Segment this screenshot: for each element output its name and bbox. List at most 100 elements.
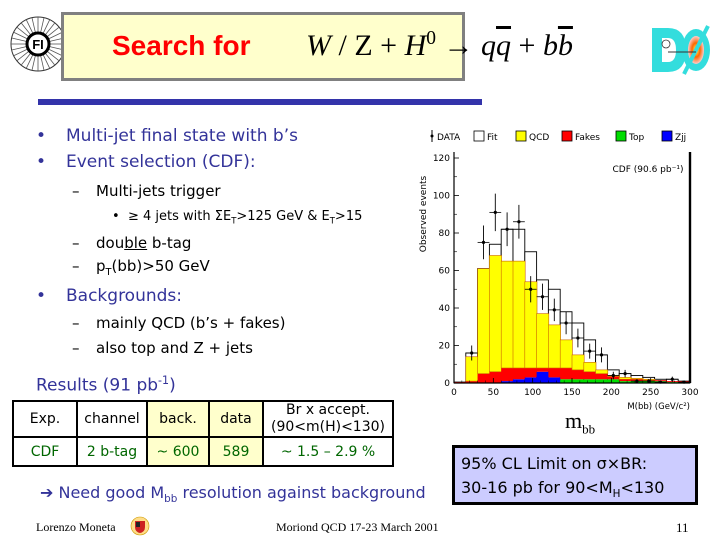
dash-glyph: – — [72, 339, 80, 357]
legend-label-fit: Fit — [487, 133, 498, 143]
sub-bullet-top: – also top and Z + jets — [72, 339, 253, 357]
mbb-sub: bb — [582, 421, 596, 437]
dash-glyph: – — [72, 314, 80, 332]
y-tick-label: 100 — [433, 192, 450, 202]
data-point — [576, 336, 580, 340]
data-point — [635, 379, 639, 383]
bullet-text: ≥ 4 jets with ΣE — [128, 209, 232, 224]
limit-line-2: 30-16 pb for 90<MH<130 — [461, 476, 689, 506]
table-header-row: Exp. channel back. data Br x accept. (90<… — [12, 400, 394, 438]
results-heading: Results (91 pb-1) — [36, 374, 176, 396]
formula-q: q — [481, 29, 497, 62]
data-point — [517, 220, 521, 224]
legend-swatch-zjj — [661, 130, 673, 142]
conclusion-text: resolution against background — [177, 483, 426, 502]
title-formula: W / Z + H0 → qq + bb — [306, 28, 573, 63]
bar-qcd — [571, 354, 585, 371]
bar-qcd — [583, 362, 597, 373]
y-axis-label: Observed events — [419, 175, 429, 252]
bar-fakes — [489, 371, 502, 383]
bullet-text: Event selection (CDF): — [66, 152, 256, 172]
y-tick-label: 20 — [439, 342, 451, 352]
x-tick-label: 150 — [563, 388, 580, 398]
chart-bars — [453, 228, 691, 384]
bullet-text: Multi-jets trigger — [96, 182, 221, 200]
bullet-glyph: • — [36, 286, 47, 306]
bar-fakes — [513, 368, 526, 380]
bar-fakes — [572, 369, 585, 380]
data-point — [670, 377, 674, 381]
bar-qcd — [618, 377, 632, 380]
data-point — [470, 351, 474, 355]
bar-zjj — [548, 377, 561, 383]
page-number: 11 — [676, 520, 689, 535]
table-header: data — [208, 400, 264, 438]
dash-glyph: – — [72, 257, 80, 275]
bullet-text: Multi-jet final state with b’s — [66, 126, 298, 146]
d0-logo-icon — [652, 25, 710, 75]
table-row: CDF 2 b-tag ~ 600 589 ~ 1.5 – 2.9 % — [12, 436, 394, 467]
formula-arrow: → — [436, 29, 482, 62]
sub-bullet-trigger: – Multi-jets trigger — [72, 182, 221, 200]
legend-swatch-fakes — [561, 130, 573, 142]
bullet-text: also top and Z + jets — [96, 339, 253, 357]
bullet-glyph: • — [36, 152, 47, 172]
data-point — [647, 379, 651, 383]
legend-swatch-top — [615, 130, 627, 142]
formula-h: H — [404, 29, 427, 62]
y-tick-label: 80 — [439, 229, 451, 239]
table-cell: 2 b-tag — [76, 436, 148, 467]
legend-label-qcd: QCD — [529, 133, 549, 143]
table-cell: 589 — [208, 436, 264, 467]
bar-qcd — [500, 260, 514, 369]
formula-bbar: b — [557, 29, 573, 62]
bar-qcd — [630, 378, 644, 380]
conclusion-sub: bb — [164, 493, 178, 506]
bullet-glyph: • — [36, 126, 47, 146]
data-point — [529, 287, 533, 291]
x-tick-label: 100 — [524, 388, 541, 398]
bullet-text: mainly QCD (b’s + fakes) — [96, 314, 286, 332]
formula-b: b — [542, 29, 558, 62]
bullet-backgrounds: • Backgrounds: — [36, 286, 182, 306]
table-header: Exp. — [12, 400, 78, 438]
sub-sub-bullet-jets: • ≥ 4 jets with ΣET>125 GeV & ET>15 — [112, 209, 362, 226]
x-tick-label: 300 — [681, 388, 698, 398]
header-divider — [38, 99, 482, 105]
data-point — [481, 240, 486, 244]
table-header: Br x accept. (90<m(H)<130) — [262, 400, 394, 438]
limit-line-1: 95% CL Limit on σ×BR: — [461, 454, 648, 473]
data-point — [623, 372, 627, 376]
bar-qcd — [595, 369, 609, 374]
chart-annotation: CDF (90.6 pb⁻¹) — [613, 165, 684, 175]
bullet-event-selection: • Event selection (CDF): — [36, 152, 256, 172]
legend-label-fakes: Fakes — [575, 133, 600, 143]
data-point — [505, 227, 509, 231]
bullet-text: b-tag — [147, 234, 192, 252]
bullet-text: >125 GeV & E — [236, 209, 330, 224]
data-point — [611, 373, 615, 378]
y-tick-label: 0 — [444, 379, 450, 389]
sub-bullet-pt: – pT(bb)>50 GeV — [72, 257, 210, 278]
bullet-text: >15 — [334, 209, 363, 224]
crest-icon — [130, 516, 150, 536]
legend-label-data: DATA — [437, 133, 461, 143]
bar-fakes — [595, 373, 608, 380]
bar-fakes — [501, 368, 514, 382]
bullet-multijet: • Multi-jet final state with b’s — [36, 126, 298, 146]
table-header-line: Br x accept. — [286, 402, 370, 418]
bar-zjj — [524, 377, 537, 383]
x-tick-label: 250 — [642, 388, 659, 398]
legend-swatch-fit — [473, 130, 485, 142]
conclusion-line: ➔ Need good Mbb resolution against backg… — [40, 483, 426, 505]
results-heading-sup: -1 — [158, 374, 170, 387]
bar-qcd — [559, 339, 573, 369]
limit-text: 30-16 pb for 90<M — [461, 478, 613, 497]
x-tick-label: 200 — [603, 388, 620, 398]
bar-fakes — [548, 368, 561, 378]
data-point — [540, 295, 545, 299]
x-axis-label: M(bb) (GeV/c²) — [627, 402, 690, 412]
bar-zjj — [536, 371, 549, 383]
footer-author: Lorenzo Moneta — [36, 520, 116, 534]
legend-label-zjj: Zjj — [675, 133, 686, 143]
